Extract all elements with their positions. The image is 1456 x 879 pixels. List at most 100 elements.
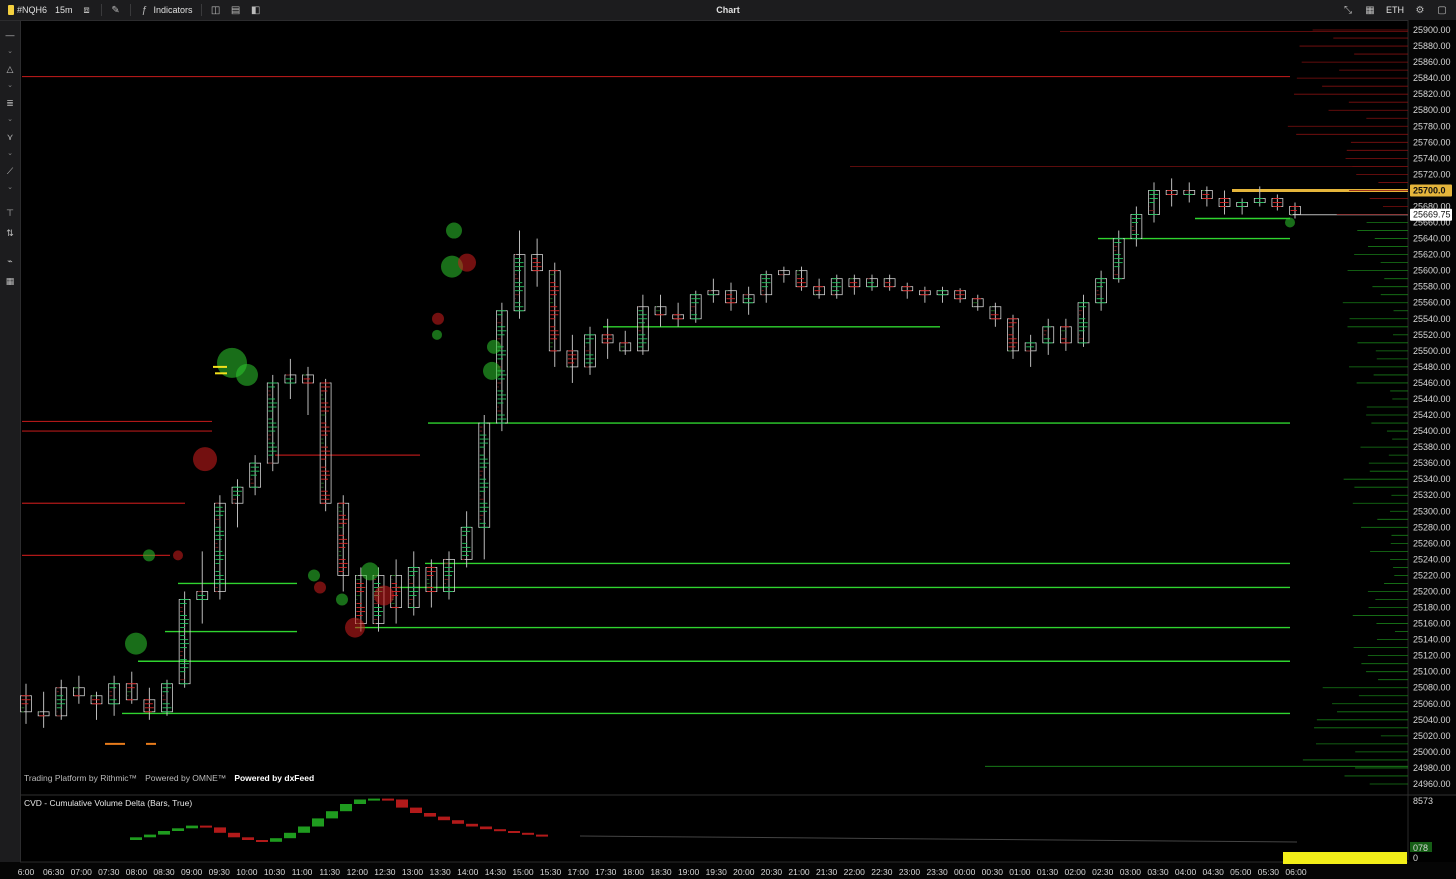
cvd-title: CVD - Cumulative Volume Delta (Bars, Tru… <box>24 798 193 808</box>
order-bubble <box>345 617 365 638</box>
cvd-bar <box>284 832 296 839</box>
time-tick-label: 15:30 <box>540 867 562 877</box>
time-tick-label: 22:00 <box>844 867 866 877</box>
time-tick-label: 09:00 <box>181 867 203 877</box>
cvd-bar <box>228 832 240 838</box>
time-tick-label: 11:00 <box>292 867 313 877</box>
cvd-bar <box>256 840 268 842</box>
last-price-label: 25669.75 <box>1413 210 1451 220</box>
order-bubble <box>458 253 476 272</box>
price-tick-label: 25420.00 <box>1413 410 1451 420</box>
price-tick-label: 25500.00 <box>1413 346 1451 356</box>
order-bubble <box>308 569 320 582</box>
price-tick-label: 25200.00 <box>1413 586 1451 596</box>
order-bubble <box>432 312 444 325</box>
price-tick-label: 25440.00 <box>1413 394 1451 404</box>
time-tick-label: 01:00 <box>1009 867 1031 877</box>
cvd-bar <box>494 829 506 832</box>
price-tick-label: 24980.00 <box>1413 763 1451 773</box>
price-tick-label: 25300.00 <box>1413 506 1451 516</box>
price-tick-label: 25040.00 <box>1413 715 1451 725</box>
price-tick-label: 25780.00 <box>1413 121 1451 131</box>
cvd-bar <box>508 831 520 833</box>
time-tick-label: 10:30 <box>264 867 286 877</box>
time-tick-label: 08:00 <box>126 867 148 877</box>
order-bubble <box>483 361 501 380</box>
price-tick-label: 25560.00 <box>1413 298 1451 308</box>
time-tick-label: 21:30 <box>816 867 838 877</box>
cvd-axis-bottom: 0 <box>1413 853 1418 863</box>
price-tick-label: 25380.00 <box>1413 442 1451 452</box>
dxfeed-label: Powered by dxFeed <box>234 773 315 783</box>
price-tick-label: 25880.00 <box>1413 41 1451 51</box>
time-tick-label: 00:00 <box>954 867 976 877</box>
price-axis[interactable]: 25900.00 25880.00 25860.00 25840.00 25820.00… <box>1407 20 1456 860</box>
order-bubble <box>446 222 462 239</box>
price-tick-label: 25260.00 <box>1413 538 1451 548</box>
price-tick-label: 25520.00 <box>1413 330 1451 340</box>
price-tick-label: 25760.00 <box>1413 137 1451 147</box>
order-bubble <box>432 329 442 340</box>
time-tick-label: 18:00 <box>623 867 645 877</box>
time-tick-label: 13:30 <box>429 867 451 877</box>
cvd-bar <box>382 798 394 801</box>
volume-profile <box>850 29 1408 785</box>
watermark: Trading Platform by Rithmic™ Powered by … <box>24 773 314 783</box>
order-bubble <box>314 581 326 594</box>
time-tick-label: 05:00 <box>1230 867 1252 877</box>
time-tick-label: 07:30 <box>98 867 120 877</box>
price-chart[interactable]: 25900.00 25880.00 25860.00 25840.00 25820.00… <box>0 0 1456 879</box>
time-tick-label: 07:00 <box>71 867 93 877</box>
cvd-bar <box>410 807 422 813</box>
price-tick-label: 25220.00 <box>1413 570 1451 580</box>
price-tick-label: 25160.00 <box>1413 619 1451 629</box>
time-tick-label: 00:30 <box>982 867 1004 877</box>
price-tick-label: 25820.00 <box>1413 89 1451 99</box>
time-tick-label: 08:30 <box>153 867 175 877</box>
time-tick-label: 05:30 <box>1258 867 1280 877</box>
price-tick-label: 25240.00 <box>1413 554 1451 564</box>
price-tick-label: 25360.00 <box>1413 458 1451 468</box>
cvd-bar <box>130 837 142 840</box>
rithmic-label: Trading Platform by Rithmic™ <box>24 773 138 783</box>
order-bubble <box>361 562 379 581</box>
cvd-bar <box>466 823 478 827</box>
cvd-baseline <box>579 835 1298 843</box>
price-tick-label: 25600.00 <box>1413 266 1451 276</box>
price-tick-label: 25900.00 <box>1413 25 1451 35</box>
time-tick-label: 03:00 <box>1120 867 1142 877</box>
order-bubble <box>336 593 348 606</box>
time-tick-label: 17:30 <box>595 867 617 877</box>
order-bubble <box>1285 217 1295 228</box>
cvd-bar <box>270 838 282 842</box>
price-tick-label: 25840.00 <box>1413 73 1451 83</box>
price-tick-label: 25060.00 <box>1413 699 1451 709</box>
order-bubble <box>374 585 394 606</box>
price-tick-label: 25620.00 <box>1413 250 1451 260</box>
time-tick-label: 04:30 <box>1203 867 1225 877</box>
time-tick-label: 12:30 <box>374 867 396 877</box>
time-tick-label: 01:30 <box>1037 867 1059 877</box>
time-tick-label: 06:30 <box>43 867 65 877</box>
cvd-bar <box>242 837 254 840</box>
cvd-highlight-bar <box>1283 852 1407 864</box>
cvd-bar <box>312 818 324 827</box>
omne-label: Powered by OMNE™ <box>145 773 227 783</box>
price-tick-label: 25800.00 <box>1413 105 1451 115</box>
time-tick-label: 13:00 <box>402 867 424 877</box>
order-bubble <box>125 632 147 655</box>
price-tick-label: 25400.00 <box>1413 426 1451 436</box>
order-bubble <box>236 363 258 386</box>
time-tick-label: 03:30 <box>1147 867 1169 877</box>
time-tick-label: 11:30 <box>319 867 340 877</box>
time-tick-label: 14:00 <box>457 867 479 877</box>
price-tick-label: 25120.00 <box>1413 651 1451 661</box>
cvd-bar <box>298 826 310 833</box>
time-tick-label: 22:30 <box>871 867 893 877</box>
time-tick-label: 14:30 <box>485 867 507 877</box>
price-tick-label: 25320.00 <box>1413 490 1451 500</box>
price-tick-label: 25860.00 <box>1413 57 1451 67</box>
time-axis[interactable]: 6:00 06:30 07:00 07:30 08:00 08:30 09:00 09:30 1… <box>0 861 1456 879</box>
time-tick-label: 20:30 <box>761 867 783 877</box>
order-bubble <box>193 447 217 472</box>
